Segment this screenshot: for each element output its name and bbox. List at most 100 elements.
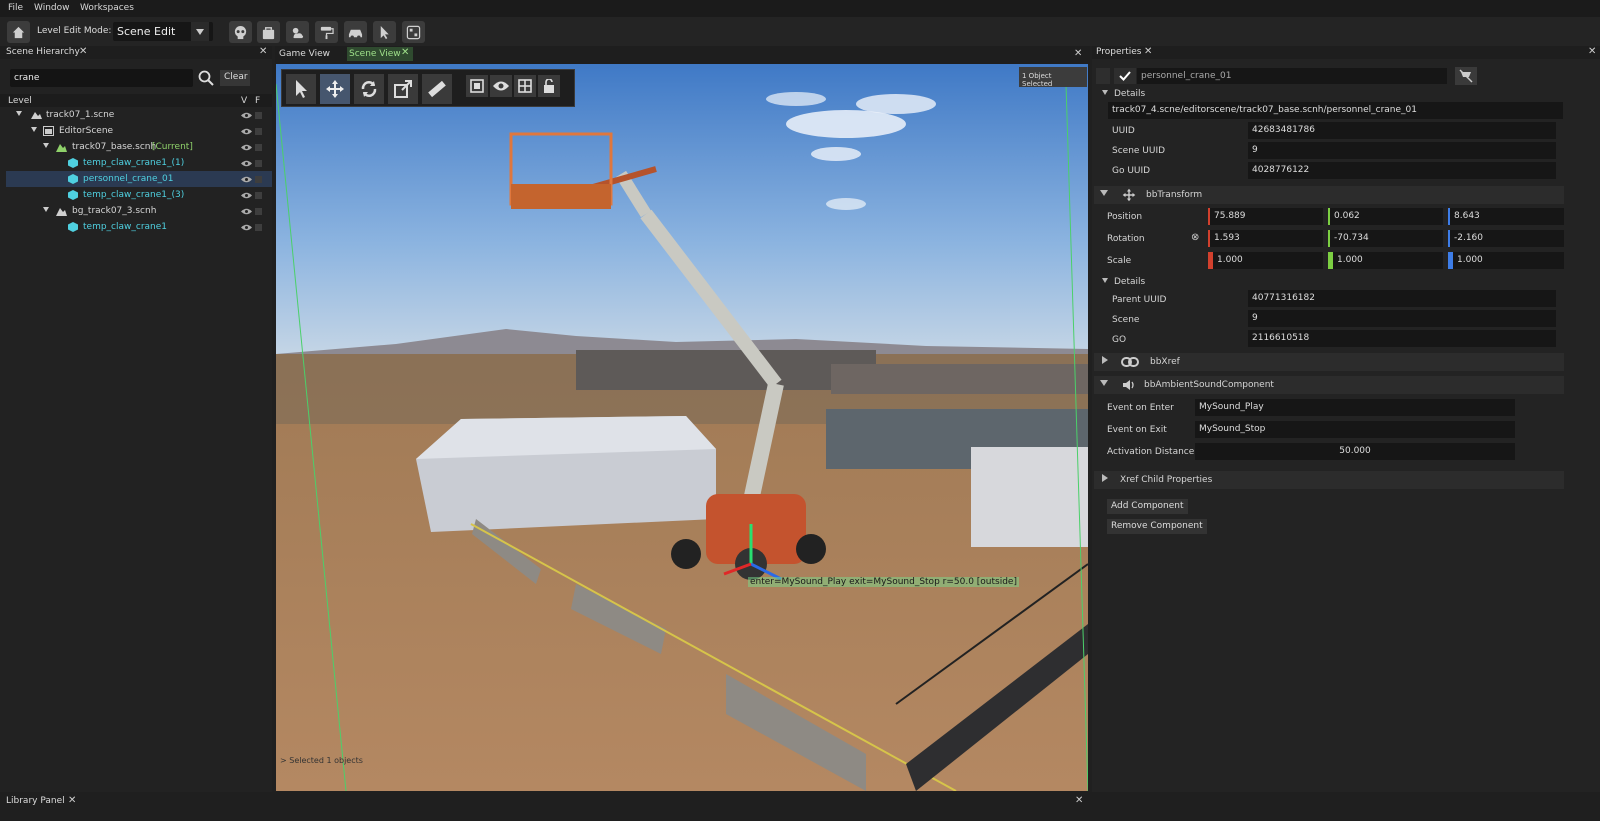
rotation-y[interactable]: -70.734 (1328, 230, 1443, 247)
expand-arrow-icon[interactable] (1102, 90, 1108, 95)
eye-icon[interactable] (241, 176, 252, 183)
scene-render[interactable] (276, 64, 1088, 791)
home-icon (12, 26, 25, 38)
paint-roller-button[interactable] (315, 21, 338, 43)
car-button[interactable] (344, 21, 367, 43)
rotate-tool-button[interactable] (354, 74, 384, 104)
freeze-checkbox[interactable] (255, 224, 262, 231)
move-tool-button[interactable] (320, 74, 350, 104)
scale-z[interactable]: 1.000 (1448, 252, 1564, 269)
lock-toggle[interactable] (1096, 68, 1110, 84)
tab-scene-hierarchy[interactable]: Scene Hierarchy (6, 47, 80, 57)
close-icon[interactable]: ✕ (259, 46, 267, 57)
eye-icon[interactable] (241, 112, 252, 119)
expand-arrow-icon[interactable] (1100, 380, 1108, 386)
ambient-sound-header[interactable]: bbAmbientSoundComponent (1094, 376, 1564, 394)
grid-button[interactable] (514, 75, 536, 97)
expand-arrow-icon[interactable] (1102, 474, 1108, 482)
eye-icon[interactable] (241, 192, 252, 199)
details-header[interactable]: Details (1094, 87, 1564, 101)
skull-button[interactable] (229, 21, 252, 43)
scene-field: 9 (1248, 310, 1556, 327)
hierarchy-search-input[interactable]: crane (10, 69, 193, 87)
close-icon[interactable]: ✕ (1075, 795, 1083, 806)
freeze-checkbox[interactable] (255, 192, 262, 199)
eye-icon[interactable] (241, 208, 252, 215)
hierarchy-header: Level V F (0, 94, 272, 107)
home-button[interactable] (7, 21, 30, 43)
close-icon[interactable]: ✕ (79, 46, 87, 57)
eye-icon[interactable] (241, 224, 252, 231)
speaker-icon (1123, 380, 1134, 390)
close-icon[interactable]: ✕ (1588, 46, 1596, 57)
prefab-button[interactable] (1455, 67, 1477, 85)
freeze-checkbox[interactable] (255, 208, 262, 215)
activation-distance-label: Activation Distance (1107, 447, 1195, 457)
position-x[interactable]: 75.889 (1208, 208, 1323, 225)
close-icon[interactable]: ✕ (1074, 48, 1082, 59)
frame-button[interactable] (466, 75, 488, 97)
scale-label: Scale (1107, 256, 1132, 266)
select-tool-button[interactable] (286, 74, 316, 104)
tab-properties[interactable]: Properties (1096, 47, 1141, 57)
rotation-z[interactable]: -2.160 (1448, 230, 1564, 247)
scene-viewport[interactable]: 1 Object Selected enter=MySound_Play exi… (276, 64, 1088, 791)
close-icon[interactable]: ✕ (1144, 46, 1152, 57)
mode-select[interactable]: Scene Edit (113, 22, 213, 41)
bbtransform-header[interactable]: bbTransform (1094, 186, 1564, 204)
eye-icon[interactable] (241, 144, 252, 151)
expand-arrow-icon[interactable] (1102, 278, 1108, 283)
activation-distance-field[interactable]: 50.000 (1195, 443, 1515, 460)
sound-gizmo-label: enter=MySound_Play exit=MySound_Stop r=5… (748, 577, 1019, 587)
eye-icon[interactable] (241, 128, 252, 135)
layout-button[interactable] (402, 21, 425, 43)
tab-library-panel[interactable]: Library Panel (6, 796, 65, 806)
xref-child-header[interactable]: Xref Child Properties (1094, 471, 1564, 489)
bag-button[interactable] (257, 21, 280, 43)
freeze-checkbox[interactable] (255, 160, 262, 167)
rotation-x[interactable]: 1.593 (1208, 230, 1323, 247)
freeze-checkbox[interactable] (255, 144, 262, 151)
col-level: Level (8, 96, 32, 106)
object-name-field[interactable]: personnel_crane_01 (1137, 68, 1447, 84)
cursor-icon (296, 80, 307, 98)
scale-y[interactable]: 1.000 (1328, 252, 1443, 269)
reset-rotation-icon[interactable]: ⊗ (1191, 232, 1199, 243)
add-component-button[interactable]: Add Component (1107, 499, 1188, 514)
weather-button[interactable] (286, 21, 309, 43)
bbxref-header[interactable]: bbXref (1094, 353, 1564, 371)
col-visible: V (241, 96, 248, 106)
position-z[interactable]: 8.643 (1448, 208, 1564, 225)
cursor-icon (380, 25, 389, 39)
event-enter-field[interactable]: MySound_Play (1195, 399, 1515, 416)
remove-component-button[interactable]: Remove Component (1107, 519, 1207, 534)
active-checkbox[interactable] (1114, 68, 1136, 84)
lock-icon (544, 79, 554, 93)
menu-file[interactable]: File (8, 3, 23, 13)
close-icon[interactable]: ✕ (68, 795, 76, 806)
lock-button[interactable] (538, 75, 560, 97)
measure-tool-button[interactable] (422, 74, 452, 104)
chevron-down-icon[interactable] (191, 22, 209, 41)
freeze-checkbox[interactable] (255, 176, 262, 183)
event-exit-field[interactable]: MySound_Stop (1195, 421, 1515, 438)
expand-arrow-icon[interactable] (1102, 356, 1108, 364)
details-header-2[interactable]: Details (1094, 275, 1564, 289)
menu-window[interactable]: Window (34, 3, 70, 13)
menu-workspaces[interactable]: Workspaces (80, 3, 134, 13)
tab-scene-view[interactable]: Scene View ✕ (347, 47, 413, 61)
viewport-status: > Selected 1 objects (280, 756, 363, 765)
close-icon[interactable]: ✕ (401, 47, 409, 58)
eye-icon[interactable] (241, 160, 252, 167)
expand-arrow-icon[interactable] (1100, 190, 1108, 196)
clear-button[interactable]: Clear (220, 70, 250, 86)
tab-game-view[interactable]: Game View (279, 49, 330, 59)
freeze-checkbox[interactable] (255, 128, 262, 135)
visibility-button[interactable] (490, 75, 512, 97)
scale-x[interactable]: 1.000 (1208, 252, 1323, 269)
scale-tool-button[interactable] (388, 74, 418, 104)
freeze-checkbox[interactable] (255, 112, 262, 119)
cursor-button[interactable] (373, 21, 396, 43)
search-icon[interactable] (197, 69, 215, 87)
position-y[interactable]: 0.062 (1328, 208, 1443, 225)
